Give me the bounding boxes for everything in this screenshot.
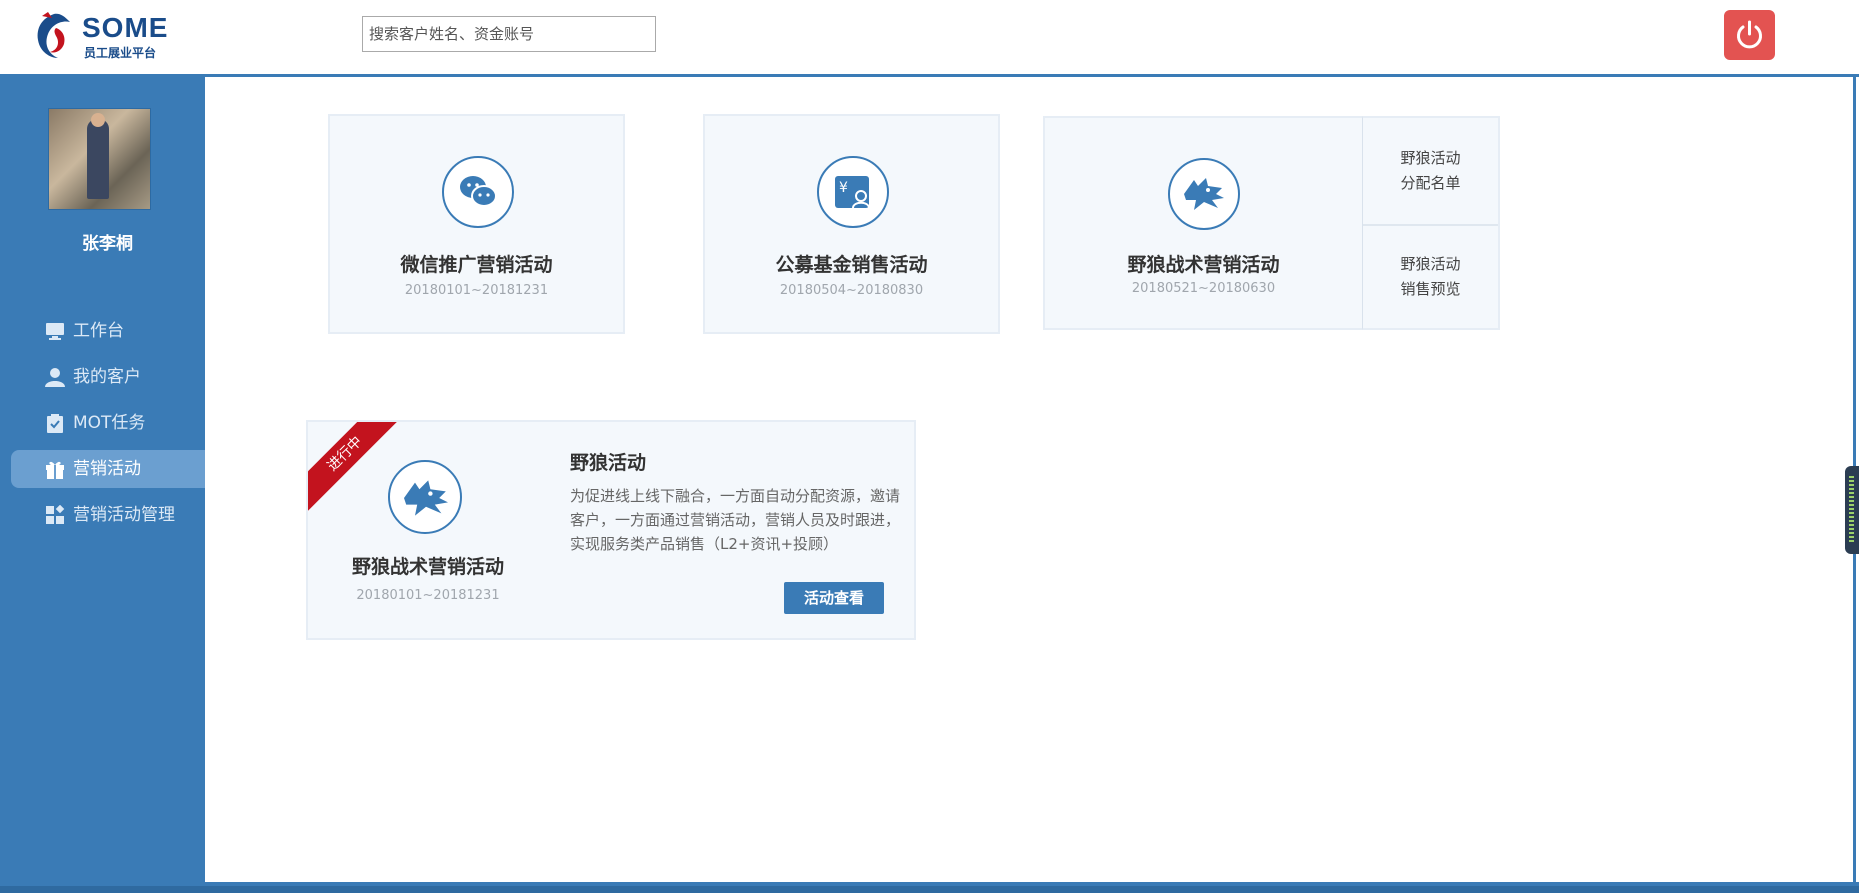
search-input[interactable] <box>362 16 656 52</box>
power-icon <box>1737 20 1762 49</box>
activity-card-wechat[interactable]: 微信推广营销活动 20180101~20181231 <box>328 114 625 334</box>
card-title: 野狼战术营销活动 <box>1127 254 1280 276</box>
sidebar-item-label: 营销活动 <box>73 459 141 479</box>
link-label: 野狼活动分配名单 <box>1400 149 1461 192</box>
avatar[interactable] <box>48 108 151 210</box>
wolf-icon <box>1184 178 1224 210</box>
top-header: SOME 员工展业平台 <box>0 0 1859 77</box>
logout-button[interactable] <box>1724 10 1775 60</box>
view-activity-button[interactable]: 活动查看 <box>784 582 884 614</box>
clipboard-icon <box>47 414 63 433</box>
featured-date: 20180101~20181231 <box>356 588 500 603</box>
sidebar-item-workbench[interactable]: 工作台 <box>0 312 205 350</box>
wolf-allocation-list-link[interactable]: 野狼活动分配名单 <box>1363 118 1498 226</box>
activity-card-fund[interactable]: ¥ 公募基金销售活动 20180504~20180830 <box>703 114 1000 334</box>
sidebar-item-my-customers[interactable]: 我的客户 <box>0 358 205 396</box>
wolf-activity-links: 野狼活动分配名单 野狼活动销售预览 <box>1362 116 1500 330</box>
wolf-icon <box>404 480 448 516</box>
bottom-bar <box>0 882 1859 893</box>
avatar-figure <box>87 119 109 199</box>
card-date: 20180504~20180830 <box>779 283 924 298</box>
activity-title: 野狼活动 <box>570 452 647 474</box>
sidebar-nav: 工作台 我的客户 MOT任务 营销活动 营销活动管理 <box>0 312 205 542</box>
monitor-icon <box>46 323 64 340</box>
svg-text:¥: ¥ <box>839 180 848 196</box>
brand-subtitle: 员工展业平台 <box>84 46 157 60</box>
card-date: 20180521~20180630 <box>1131 281 1276 296</box>
wechat-icon-circle <box>442 156 514 228</box>
wechat-icon <box>460 176 497 207</box>
bottom-bar-inner <box>0 886 1859 893</box>
featured-name: 野狼战术营销活动 <box>351 556 504 578</box>
app-logo[interactable]: SOME 员工展业平台 <box>32 10 172 62</box>
sidebar-item-label: 营销活动管理 <box>73 505 175 525</box>
wolf-icon-circle <box>388 460 462 534</box>
sidebar-item-label: 工作台 <box>73 321 124 341</box>
card-date: 20180101~20181231 <box>404 283 549 298</box>
handle-grip <box>1849 476 1854 544</box>
brand-name: SOME <box>82 12 169 43</box>
avatar-head <box>91 113 105 127</box>
wolf-icon-circle <box>1168 158 1240 230</box>
card-title: 公募基金销售活动 <box>775 254 928 276</box>
featured-activity-card: 进行中 野狼战术营销活动 20180101~20181231 野狼活动 为促进线… <box>306 420 916 640</box>
link-label: 野狼活动销售预览 <box>1400 255 1461 298</box>
sidebar: 张李桐 工作台 我的客户 MOT任务 营销活动 营销活动管理 <box>0 77 205 882</box>
activity-card-wolf[interactable]: 野狼战术营销活动 20180521~20180630 <box>1043 116 1364 330</box>
sidebar-item-mot-tasks[interactable]: MOT任务 <box>0 404 205 442</box>
user-icon <box>45 368 65 387</box>
gift-icon <box>46 461 64 479</box>
user-name: 张李桐 <box>82 234 133 254</box>
side-panel-handle[interactable] <box>1845 466 1859 554</box>
activity-description: 为促进线上线下融合，一方面自动分配资源，邀请客户，一方面通过营销活动，营销人员及… <box>570 487 901 553</box>
wolf-sales-preview-link[interactable]: 野狼活动销售预览 <box>1363 224 1498 330</box>
fund-icon-circle: ¥ <box>817 156 889 228</box>
grid-icon <box>46 505 65 524</box>
logo-mark-icon <box>37 12 70 58</box>
sidebar-item-label: MOT任务 <box>73 413 146 433</box>
card-title: 微信推广营销活动 <box>400 254 553 276</box>
sidebar-item-marketing-management[interactable]: 营销活动管理 <box>0 496 205 534</box>
sidebar-item-label: 我的客户 <box>73 367 141 387</box>
sidebar-item-marketing-activities[interactable]: 营销活动 <box>11 450 205 488</box>
fund-icon: ¥ <box>835 176 870 209</box>
